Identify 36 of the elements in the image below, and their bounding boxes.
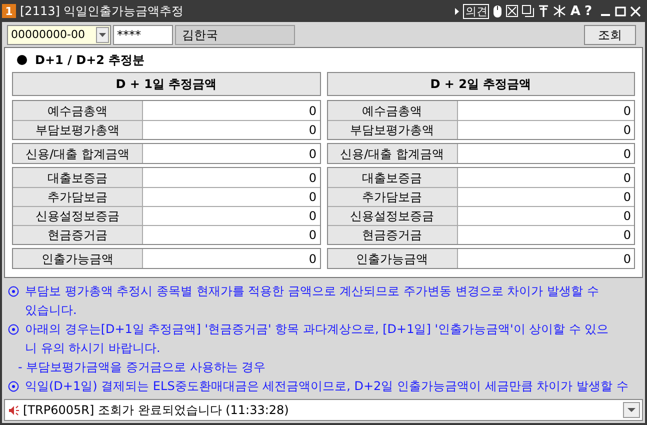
panel-header: D + 2일 추정금액 bbox=[326, 72, 635, 96]
field-label: 현금증거금 bbox=[328, 226, 458, 244]
field-label: 부담보평가총액 bbox=[328, 121, 458, 139]
field-label: 추가담보금 bbox=[13, 188, 143, 206]
section-title: D+1 / D+2 추정분 bbox=[35, 52, 145, 69]
field-label: 신용/대출 합계금액 bbox=[328, 144, 458, 163]
note-text: 아래의 경우는[D+1일 추정금액] '현금증거금' 항목 과다계상으로, [D+1일] '인출가능금액'이 상이할 수 있으 bbox=[25, 321, 609, 338]
note-text: - 부담보평가금액을 증거금으로 사용하는 경우 bbox=[18, 359, 266, 376]
window-title: [2113] 익일인출가능금액추정 bbox=[20, 3, 184, 20]
account-name: 김한국 bbox=[175, 25, 295, 45]
opinion-button[interactable]: 의견 bbox=[463, 4, 490, 18]
field-label: 예수금총액 bbox=[13, 101, 143, 120]
note-text: 부담보 평가총액 추정시 종목별 현재가를 적용한 금액으로 계산되므로 주가변동 변경으로 차이가 발생할 수 bbox=[25, 283, 599, 300]
font-button[interactable]: A bbox=[570, 4, 580, 18]
field-label: 인출가능금액 bbox=[13, 249, 143, 268]
window-badge: 1 bbox=[2, 4, 16, 18]
note-text: 있습니다. bbox=[25, 302, 78, 319]
field-label: 현금증거금 bbox=[13, 226, 143, 244]
note-text: 익일(D+1일) 결제되는 ELS중도환매대금은 세전금액이므로, D+2일 인출가능금액이 세금만큼 차이가 발생할 수 bbox=[25, 378, 628, 395]
field-label: 신용설정보증금 bbox=[328, 207, 458, 225]
field-label: 인출가능금액 bbox=[328, 249, 458, 268]
field-label: 신용/대출 합계금액 bbox=[13, 144, 143, 163]
field-label: 추가담보금 bbox=[328, 188, 458, 206]
field-label: 대출보증금 bbox=[13, 168, 143, 187]
panel-header: D + 1일 추정금액 bbox=[12, 72, 320, 96]
field-label: 대출보증금 bbox=[328, 168, 458, 187]
account-number: 00000000-00 bbox=[11, 26, 85, 43]
field-label: 신용설정보증금 bbox=[13, 207, 143, 225]
password-field[interactable]: **** bbox=[113, 25, 173, 45]
note-text: 니 유의 하시기 바랍니다. bbox=[25, 340, 162, 357]
field-label: 예수금총액 bbox=[328, 101, 458, 120]
status-message: [TRP6005R] 조회가 완료되었습니다 (11:33:28) bbox=[23, 402, 289, 419]
field-label: 부담보평가총액 bbox=[13, 121, 143, 139]
query-button[interactable]: 조회 bbox=[584, 25, 636, 45]
help-button[interactable]: ? bbox=[584, 4, 592, 18]
account-dropdown[interactable]: 00000000-00 bbox=[7, 25, 111, 45]
